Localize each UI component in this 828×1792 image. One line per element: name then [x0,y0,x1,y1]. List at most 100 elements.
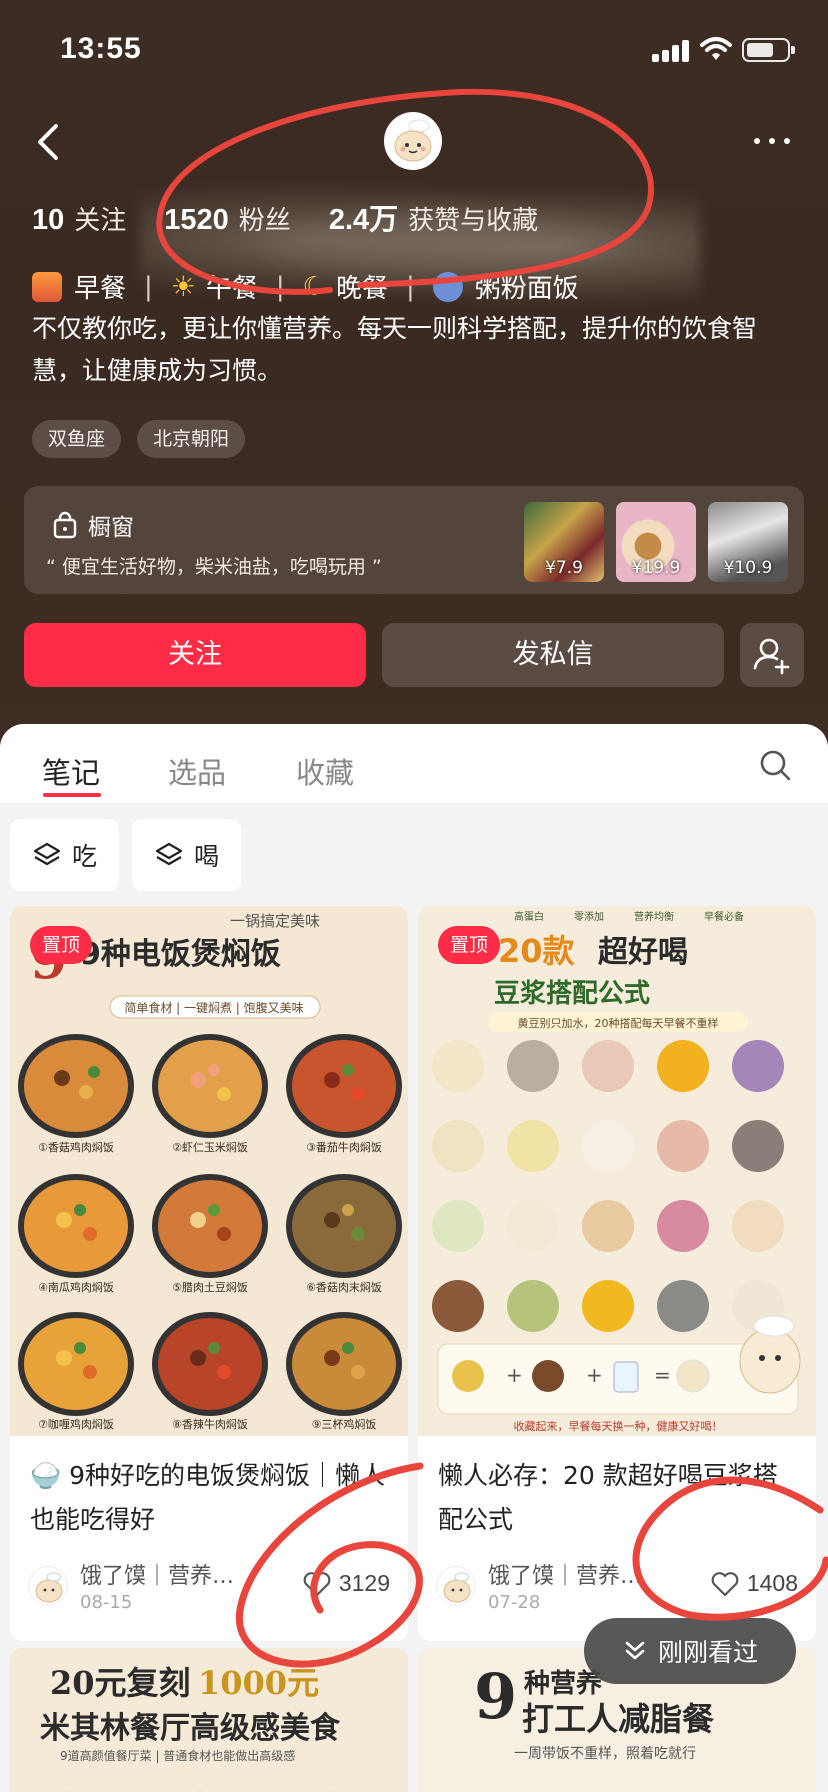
meal-categories: 早餐 | ☀ 午餐 | ☾ 晚餐 | 粥粉面饭 [32,268,579,305]
chef-bun-avatar-icon [35,1572,63,1602]
tag-location: 北京朝阳 [137,420,246,458]
shop-subtitle: “ 便宜生活好物，柴米油盐，吃喝玩用 ” [46,556,382,578]
like-count: 1408 [746,1570,798,1596]
note-card[interactable]: 9 9种电饭煲焖饭 一锅搞定美味 简单食材 | 一键焖煮 | 饱腹又美味 ①香菇… [10,906,408,1641]
pinned-badge: 置顶 [438,926,501,964]
search-icon[interactable] [758,748,792,782]
like-button[interactable]: 1408 [711,1570,798,1597]
product-price: ¥7.9 [545,558,583,578]
moon-icon: ☾ [302,271,326,302]
profile-tags: 双鱼座 北京朝阳 [32,420,246,458]
meal-dinner: 晚餐 [335,274,388,304]
note-card[interactable]: 高蛋白 零添加 营养均衡 早餐必备 20款 超好喝 豆浆搭配公式 黄豆别只加水，… [418,906,816,1641]
heart-icon [711,1571,739,1596]
like-button[interactable]: 3129 [303,1570,390,1597]
dish-label: ⑨三杯鸡焖饭 [312,1417,377,1431]
filter-label: 喝 [194,842,220,871]
status-bar: 13:55 [0,0,828,100]
note-title[interactable]: 🍚 9种好吃的电饭煲焖饭｜懒人也能吃得好 [30,1454,390,1542]
cover-line3: 9道高颜值餐厅菜 | 普通食材也能做出高级感 [60,1748,295,1763]
likes-saves-count[interactable]: 2.4万 [329,196,398,238]
svg-text:+: + [586,1363,603,1387]
profile-avatar[interactable] [384,112,442,170]
followers-count[interactable]: 1520 [164,204,229,237]
cover-tag: 早餐必备 [704,910,744,923]
cover-subtitle: 黄豆别只加水，20种搭配每天早餐不重样 [518,1016,719,1030]
note-author[interactable]: 饿了馍｜营养… 08-15 [28,1558,248,1613]
send-message-button[interactable]: 发私信 [382,623,724,687]
bowl-icon [432,271,463,302]
heart-icon [303,1571,331,1596]
dish-label: ④南瓜鸡肉焖饭 [38,1280,114,1294]
cover-tag: 营养均衡 [634,910,674,923]
pinned-badge: 置顶 [30,926,93,964]
author-name: 饿了馍｜营养… [80,1564,235,1589]
shop-product-thumb[interactable]: ¥7.9 [524,502,604,582]
filter-drink[interactable]: 喝 [132,819,242,891]
layers-icon [155,842,183,866]
note-title[interactable]: 懒人必存：20 款超好喝豆浆搭配公式 [438,1454,798,1542]
filter-label: 吃 [72,842,98,871]
note-cover-image: 20元复刻 1000元 米其林餐厅高级感美食 9道高颜值餐厅菜 | 普通食材也能… [40,1664,341,1792]
product-price: ¥10.9 [723,558,773,578]
separator: | [406,271,415,302]
like-count: 3129 [338,1570,390,1596]
cover-title-a: 20款 [498,932,575,970]
separator: | [144,271,153,302]
author-avatar [436,1565,476,1606]
note-cover-image: 高蛋白 零添加 营养均衡 早餐必备 20款 超好喝 豆浆搭配公式 黄豆别只加水，… [418,906,816,1436]
dish-label: ①香菇鸡肉焖饭 [38,1140,114,1154]
tab-notes[interactable]: 笔记 [42,750,100,792]
tag-zodiac: 双鱼座 [32,420,122,458]
more-options-icon[interactable] [752,135,792,147]
cover-title-b: 超好喝 [598,935,688,970]
wifi-icon [700,37,732,60]
sunrise-icon [32,271,62,302]
shop-title-text: 橱窗 [88,515,134,541]
profile-bio: 不仅教你吃，更让你懂营养。每天一则科学搭配，提升你的饮食智慧，让健康成为习惯。 [32,314,758,385]
tab-collections[interactable]: 收藏 [296,750,354,792]
cover-title-text: 9种电饭煲焖饭 [80,937,281,972]
separator: | [275,271,285,302]
tab-picks[interactable]: 选品 [168,750,226,792]
dish-label: ⑥香菇肉末焖饭 [306,1280,382,1294]
chef-bun-avatar-icon [394,119,432,162]
follow-button[interactable]: 关注 [24,623,366,687]
shopping-bag-icon [53,511,77,539]
layers-icon [33,842,61,866]
shop-window-card[interactable]: 橱窗 “ 便宜生活好物，柴米油盐，吃喝玩用 ” ¥7.9 ¥19.9 ¥10.9 [24,486,804,594]
add-user-icon [753,638,790,675]
add-friend-button[interactable] [740,623,804,687]
following-label[interactable]: 关注 [74,200,126,237]
cover-line2: 打工人减脂餐 [522,1700,715,1738]
back-arrow-icon[interactable] [30,118,70,166]
author-avatar [28,1565,68,1606]
cellular-signal-icon [652,40,690,62]
filter-eat[interactable]: 吃 [10,819,120,891]
cover-line2: 米其林餐厅高级感美食 [40,1711,341,1746]
cover-line1b: 1000元 [198,1664,319,1702]
note-card[interactable]: 20元复刻 1000元 米其林餐厅高级感美食 9道高颜值餐厅菜 | 普通食材也能… [10,1648,408,1792]
cover-line1a: 20元复刻 [50,1664,191,1702]
rice-pots-grid [18,1034,402,1416]
status-time: 13:55 [60,32,142,65]
note-author[interactable]: 饿了馍｜营养… 07-28 [436,1558,656,1613]
product-price: ¥19.9 [631,558,681,578]
likes-saves-label[interactable]: 获赞与收藏 [408,200,538,237]
cover-tag: 高蛋白 [514,910,544,923]
followers-label[interactable]: 粉丝 [239,200,291,237]
battery-icon [742,38,795,62]
shop-product-thumb[interactable]: ¥19.9 [616,502,696,582]
chef-bun-avatar-icon [443,1572,471,1602]
recently-viewed-button[interactable]: 刚刚看过 [584,1618,796,1684]
meal-lunch: 午餐 [205,274,258,304]
cover-tag: 零添加 [574,910,604,923]
cover-line1a: 9 [474,1660,517,1733]
post-date: 08-15 [80,1592,133,1613]
shop-product-thumb[interactable]: ¥10.9 [708,502,788,582]
cover-line1b: 种营养 [524,1668,602,1699]
author-name: 饿了馍｜营养… [488,1564,643,1589]
following-count[interactable]: 10 [32,204,64,237]
dish-label: ③番茄牛肉焖饭 [306,1140,382,1154]
sun-icon: ☀ [170,270,196,303]
